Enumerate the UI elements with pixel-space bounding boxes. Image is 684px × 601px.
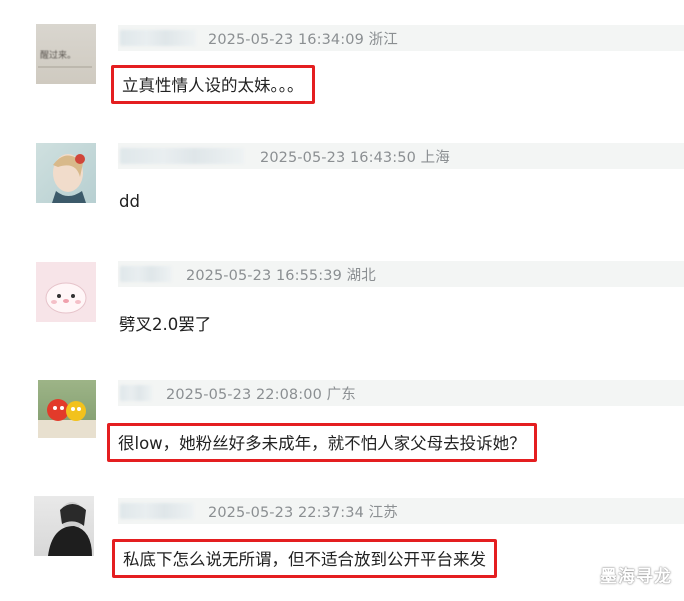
paper-note-avatar[interactable]: 醒过来。	[36, 24, 96, 84]
comment-timestamp-location: 2025-05-23 22:08:00 广东	[166, 386, 356, 403]
avatar-note-line	[38, 66, 92, 68]
comment-timestamp-location: 2025-05-23 22:37:34 江苏	[208, 504, 398, 521]
comment-text: dd	[119, 192, 140, 211]
comment-timestamp-location: 2025-05-23 16:43:50 上海	[260, 149, 450, 166]
cartoon-fruit-avatar[interactable]	[38, 380, 96, 438]
comment-text: 私底下怎么说无所谓，但不适合放到公开平台来发	[112, 539, 497, 578]
comment-text: 很low，她粉丝好多未成年，就不怕人家父母去投诉她？	[107, 423, 537, 462]
dark-silhouette-avatar[interactable]	[34, 496, 94, 556]
username-blurred[interactable]	[120, 30, 196, 46]
fruit-characters-icon	[38, 399, 96, 438]
watermark-text: 墨海寻龙	[600, 567, 672, 587]
cute-bunny-avatar[interactable]	[36, 262, 96, 322]
comment-meta: 2025-05-23 16:43:50 上海	[118, 143, 684, 169]
silhouette-icon	[48, 502, 92, 556]
comment-meta: 2025-05-23 22:37:34 江苏	[118, 498, 684, 524]
avatar-note-text: 醒过来。	[40, 51, 77, 61]
painted-portrait-avatar[interactable]	[36, 143, 96, 203]
username-blurred[interactable]	[120, 503, 194, 519]
portrait-face-icon	[52, 154, 86, 203]
comment-meta: 2025-05-23 22:08:00 广东	[118, 380, 684, 406]
comment-timestamp-location: 2025-05-23 16:34:09 浙江	[208, 31, 398, 48]
comment-text: 立真性情人设的太妹。。。	[111, 65, 315, 104]
bunny-face-icon	[45, 282, 87, 314]
username-blurred[interactable]	[120, 148, 244, 164]
comment-meta: 2025-05-23 16:34:09 浙江	[118, 25, 684, 51]
comment-timestamp-location: 2025-05-23 16:55:39 湖北	[186, 267, 376, 284]
comment-text: 劈叉2.0罢了	[119, 315, 212, 334]
username-blurred[interactable]	[120, 385, 152, 401]
username-blurred[interactable]	[120, 266, 172, 282]
comment-meta: 2025-05-23 16:55:39 湖北	[118, 261, 684, 287]
